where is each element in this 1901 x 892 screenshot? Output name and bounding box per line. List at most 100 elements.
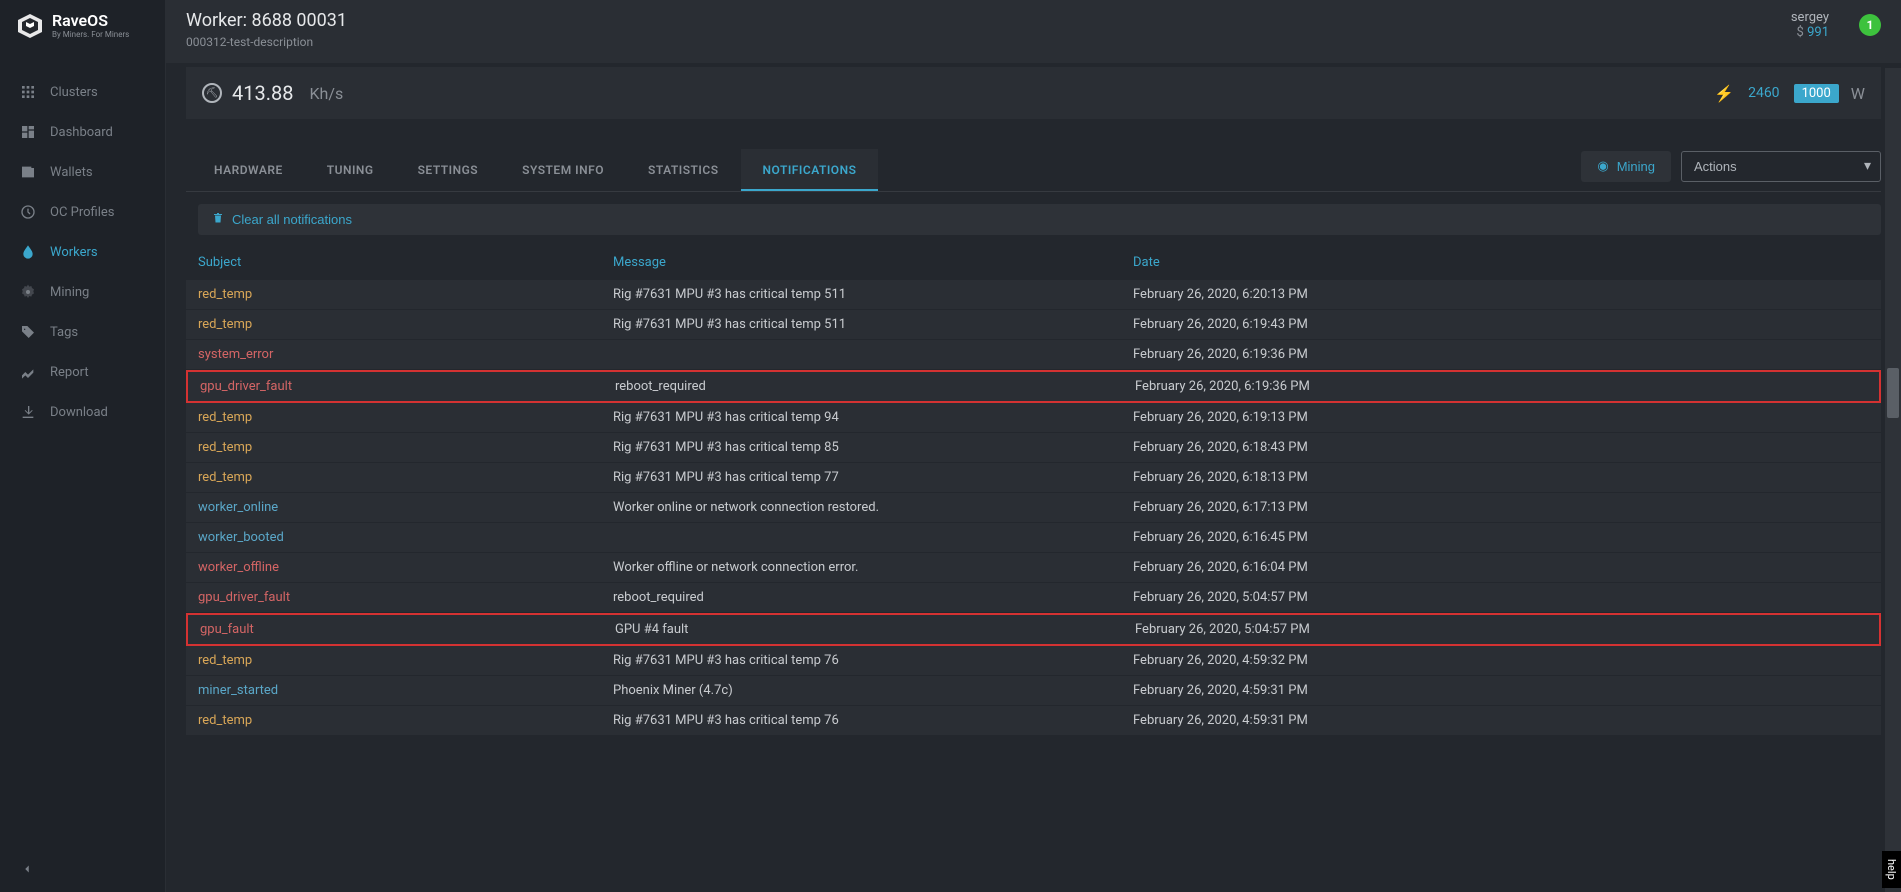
worker-description: 000312-test-description bbox=[186, 35, 347, 49]
tab-notifications[interactable]: NOTIFICATIONS bbox=[741, 149, 879, 191]
nav: Clusters Dashboard Wallets OC Profiles Worke… bbox=[0, 52, 165, 452]
table-row[interactable]: gpu_faultGPU #4 faultFebruary 26, 2020, … bbox=[186, 613, 1881, 646]
row-message: Rig #7631 MPU #3 has critical temp 511 bbox=[613, 287, 1133, 302]
row-date: February 26, 2020, 4:59:32 PM bbox=[1133, 653, 1869, 668]
row-message: reboot_required bbox=[615, 379, 1135, 394]
scrollbar-thumb[interactable] bbox=[1887, 368, 1899, 418]
sidebar-item-label: Report bbox=[50, 365, 89, 380]
table-row[interactable]: red_tempRig #7631 MPU #3 has critical te… bbox=[186, 646, 1881, 676]
sidebar-item-label: Clusters bbox=[50, 85, 98, 100]
hashrate-icon: ⛏ bbox=[202, 83, 222, 103]
user-balance[interactable]: $ 991 bbox=[1797, 25, 1829, 40]
col-message[interactable]: Message bbox=[613, 255, 1133, 270]
sidebar-item-report[interactable]: Report bbox=[0, 352, 165, 392]
sidebar: RaveOS By Miners. For Miners Clusters Das… bbox=[0, 0, 166, 892]
row-date: February 26, 2020, 4:59:31 PM bbox=[1133, 713, 1869, 728]
row-date: February 26, 2020, 6:18:43 PM bbox=[1133, 440, 1869, 455]
table-row[interactable]: red_tempRig #7631 MPU #3 has critical te… bbox=[186, 280, 1881, 310]
table-row[interactable]: worker_booted February 26, 2020, 6:16:45 … bbox=[186, 523, 1881, 553]
row-subject: worker_booted bbox=[198, 530, 613, 545]
table-header: Subject Message Date bbox=[186, 245, 1881, 280]
row-subject: gpu_driver_fault bbox=[200, 379, 615, 394]
row-message: Rig #7631 MPU #3 has critical temp 85 bbox=[613, 440, 1133, 455]
table-row[interactable]: red_tempRig #7631 MPU #3 has critical te… bbox=[186, 310, 1881, 340]
sidebar-item-download[interactable]: Download bbox=[0, 392, 165, 432]
sidebar-item-label: Download bbox=[50, 405, 108, 420]
table-row[interactable]: miner_startedPhoenix Miner (4.7c)Februar… bbox=[186, 676, 1881, 706]
sidebar-item-clusters[interactable]: Clusters bbox=[0, 72, 165, 112]
sidebar-item-mining[interactable]: Mining bbox=[0, 272, 165, 312]
row-message: Phoenix Miner (4.7c) bbox=[613, 683, 1133, 698]
sidebar-item-label: Mining bbox=[50, 285, 89, 300]
clear-notifications-button[interactable]: Clear all notifications bbox=[198, 204, 1881, 235]
gear-icon bbox=[20, 284, 36, 300]
row-subject: red_temp bbox=[198, 470, 613, 485]
clock-icon bbox=[20, 204, 36, 220]
row-message: reboot_required bbox=[613, 590, 1133, 605]
notifications-table: Subject Message Date red_tempRig #7631 M… bbox=[186, 245, 1881, 892]
hashrate-unit: Kh/s bbox=[309, 84, 343, 103]
sidebar-item-label: Wallets bbox=[50, 165, 93, 180]
row-message: Rig #7631 MPU #3 has critical temp 76 bbox=[613, 713, 1133, 728]
download-icon bbox=[20, 404, 36, 420]
col-subject[interactable]: Subject bbox=[198, 255, 613, 270]
row-subject: red_temp bbox=[198, 287, 613, 302]
tab-hardware[interactable]: HARDWARE bbox=[186, 149, 305, 191]
row-date: February 26, 2020, 6:19:13 PM bbox=[1133, 410, 1869, 425]
row-date: February 26, 2020, 6:18:13 PM bbox=[1133, 470, 1869, 485]
wallet-icon bbox=[20, 164, 36, 180]
tabs: HARDWARETUNINGSETTINGSSYSTEM INFOSTATIST… bbox=[186, 149, 878, 191]
row-message: Rig #7631 MPU #3 has critical temp 94 bbox=[613, 410, 1133, 425]
chart-icon bbox=[20, 364, 36, 380]
notification-badge[interactable]: 1 bbox=[1859, 14, 1881, 36]
table-row[interactable]: red_tempRig #7631 MPU #3 has critical te… bbox=[186, 706, 1881, 736]
sidebar-item-tags[interactable]: Tags bbox=[0, 312, 165, 352]
table-row[interactable]: worker_offlineWorker offline or network … bbox=[186, 553, 1881, 583]
row-message: GPU #4 fault bbox=[615, 622, 1135, 637]
power-limit: 1000 bbox=[1794, 84, 1839, 103]
power-current: 2460 bbox=[1742, 83, 1785, 103]
sidebar-item-wallets[interactable]: Wallets bbox=[0, 152, 165, 192]
row-subject: red_temp bbox=[198, 410, 613, 425]
row-message: Rig #7631 MPU #3 has critical temp 77 bbox=[613, 470, 1133, 485]
grid-icon bbox=[20, 84, 36, 100]
table-row[interactable]: red_tempRig #7631 MPU #3 has critical te… bbox=[186, 433, 1881, 463]
actions-select[interactable]: Actions bbox=[1681, 151, 1881, 182]
sidebar-item-dashboard[interactable]: Dashboard bbox=[0, 112, 165, 152]
sidebar-collapse-button[interactable] bbox=[0, 850, 165, 892]
brand-tagline: By Miners. For Miners bbox=[52, 31, 129, 39]
row-subject: worker_online bbox=[198, 500, 613, 515]
table-row[interactable]: gpu_driver_faultreboot_requiredFebruary … bbox=[186, 370, 1881, 403]
row-subject: system_error bbox=[198, 347, 613, 362]
table-row[interactable]: red_tempRig #7631 MPU #3 has critical te… bbox=[186, 463, 1881, 493]
scrollbar[interactable] bbox=[1885, 68, 1901, 892]
table-row[interactable]: system_error February 26, 2020, 6:19:36 P… bbox=[186, 340, 1881, 370]
row-subject: miner_started bbox=[198, 683, 613, 698]
row-date: February 26, 2020, 6:16:45 PM bbox=[1133, 530, 1869, 545]
tab-settings[interactable]: SETTINGS bbox=[396, 149, 501, 191]
row-message: Rig #7631 MPU #3 has critical temp 76 bbox=[613, 653, 1133, 668]
help-tab[interactable]: help bbox=[1882, 851, 1901, 888]
logo[interactable]: RaveOS By Miners. For Miners bbox=[0, 0, 165, 52]
sidebar-item-label: OC Profiles bbox=[50, 205, 115, 220]
row-date: February 26, 2020, 6:19:36 PM bbox=[1133, 347, 1869, 362]
trash-icon bbox=[212, 211, 224, 228]
col-date[interactable]: Date bbox=[1133, 255, 1869, 270]
hashrate-bar: ⛏ 413.88 Kh/s ⚡ 2460 1000 W bbox=[186, 67, 1881, 119]
sidebar-item-workers[interactable]: Workers bbox=[0, 232, 165, 272]
sidebar-item-oc-profiles[interactable]: OC Profiles bbox=[0, 192, 165, 232]
tab-statistics[interactable]: STATISTICS bbox=[626, 149, 741, 191]
table-row[interactable]: gpu_driver_faultreboot_requiredFebruary … bbox=[186, 583, 1881, 613]
table-row[interactable]: worker_onlineWorker online or network co… bbox=[186, 493, 1881, 523]
table-row[interactable]: red_tempRig #7631 MPU #3 has critical te… bbox=[186, 403, 1881, 433]
row-subject: red_temp bbox=[198, 713, 613, 728]
row-date: February 26, 2020, 6:19:36 PM bbox=[1135, 379, 1867, 394]
dashboard-icon bbox=[20, 124, 36, 140]
tab-system-info[interactable]: SYSTEM INFO bbox=[500, 149, 626, 191]
mining-button[interactable]: ◉ Mining bbox=[1581, 151, 1671, 182]
user-name[interactable]: sergey bbox=[1791, 10, 1829, 25]
power-unit: W bbox=[1851, 84, 1865, 103]
row-date: February 26, 2020, 6:20:13 PM bbox=[1133, 287, 1869, 302]
hashrate-value: 413.88 bbox=[232, 81, 293, 105]
tab-tuning[interactable]: TUNING bbox=[305, 149, 396, 191]
